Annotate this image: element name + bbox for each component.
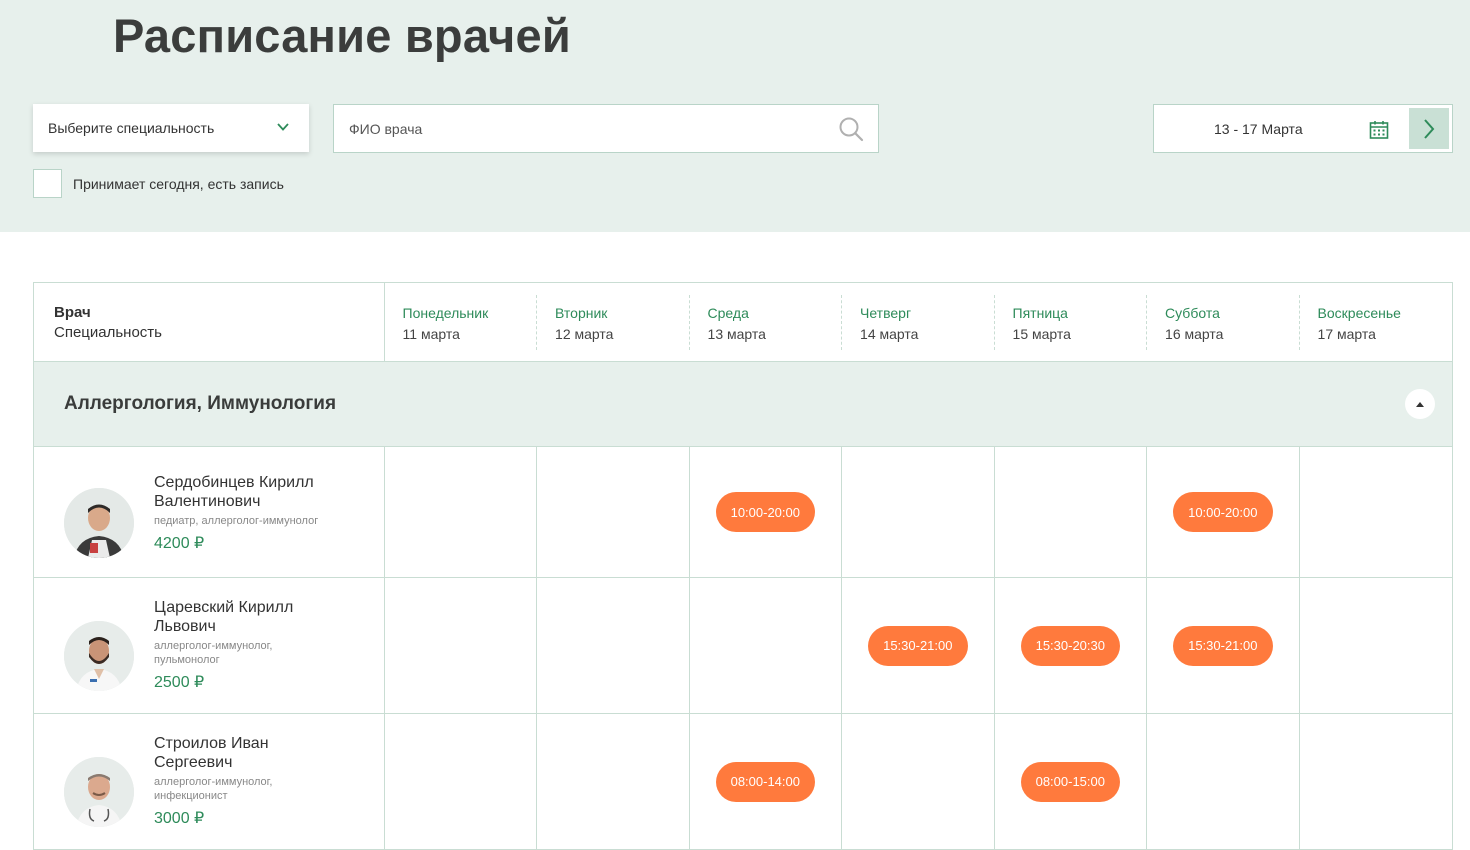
header-specialty-label: Специальность: [54, 324, 162, 341]
header-day: Среда 13 марта: [690, 283, 843, 361]
schedule-slot-cell: [690, 578, 843, 713]
day-name: Вторник: [555, 305, 608, 321]
doctor-specialty: аллерголог-иммунолог, пульмонолог: [154, 640, 273, 666]
date-range-picker[interactable]: 13 - 17 Марта: [1153, 104, 1453, 153]
day-date: 14 марта: [860, 326, 919, 342]
doctor-specialty: педиатр, аллерголог-иммунолог: [154, 515, 319, 527]
header-doctor-column: Врач Специальность: [34, 283, 385, 361]
day-name: Четверг: [860, 305, 912, 321]
doctor-price: 2500 ₽: [154, 674, 205, 691]
calendar-icon[interactable]: [1369, 120, 1389, 140]
schedule-slot-cell: [537, 447, 690, 577]
doctor-info: Сердобинцев Кирилл Валентинович педиатр,…: [154, 473, 318, 553]
day-date: 16 марта: [1165, 326, 1224, 342]
schedule-slot-cell: [537, 578, 690, 713]
accepts-today-filter[interactable]: Принимает сегодня, есть запись: [33, 169, 284, 198]
doctor-photo-icon: [64, 488, 134, 558]
schedule-slot-cell: [1300, 714, 1452, 849]
day-name: Воскресенье: [1317, 305, 1401, 321]
chevron-down-icon: [277, 123, 289, 131]
schedule-slot-cell: 08:00-14:00: [690, 714, 843, 849]
header-day: Четверг 14 марта: [842, 283, 995, 361]
schedule-slot-cell: [385, 447, 538, 577]
day-date: 17 марта: [1317, 326, 1376, 342]
page-title: Расписание врачей: [113, 9, 571, 62]
day-name: Суббота: [1165, 305, 1220, 321]
header-doctor-label: Врач: [54, 304, 91, 321]
doctor-specialty: аллерголог-иммунолог, инфекционист: [154, 776, 273, 802]
doctor-search: [333, 104, 879, 153]
doctor-price: 3000 ₽: [154, 810, 205, 827]
specialty-group-header[interactable]: Аллергология, Иммунология: [34, 362, 1452, 447]
doctor-cell: Сердобинцев Кирилл Валентинович педиатр,…: [34, 447, 385, 577]
header-day: Суббота 16 марта: [1147, 283, 1300, 361]
schedule-slot-cell: [1147, 714, 1300, 849]
doctor-info: Царевский Кирилл Львович аллерголог-имму…: [154, 598, 293, 692]
doctor-name[interactable]: Строилов Иван Сергеевич: [154, 734, 272, 772]
schedule-slot-cell: [995, 447, 1148, 577]
doctor-photo-icon: [64, 757, 134, 827]
doctor-cell: Царевский Кирилл Львович аллерголог-имму…: [34, 578, 385, 713]
schedule-slot-cell: [385, 578, 538, 713]
schedule-header: Врач Специальность Понедельник 11 марта …: [34, 283, 1452, 362]
specialty-group-title: Аллергология, Иммунология: [64, 393, 337, 414]
filters-header: Расписание врачей Выберите специальность…: [0, 0, 1470, 232]
header-day: Воскресенье 17 марта: [1300, 283, 1453, 361]
schedule-slot-cell: 15:30-21:00: [842, 578, 995, 713]
search-icon[interactable]: [838, 116, 864, 142]
schedule-slot-cell: [1300, 447, 1452, 577]
time-slot-button[interactable]: 15:30-21:00: [868, 625, 968, 666]
day-date: 15 марта: [1012, 326, 1071, 342]
day-date: 11 марта: [402, 326, 460, 342]
schedule-slot-cell: 08:00-15:00: [995, 714, 1148, 849]
date-range-label: 13 - 17 Марта: [1214, 121, 1303, 137]
specialty-select[interactable]: Выберите специальность: [33, 104, 309, 152]
schedule-slot-cell: 10:00-20:00: [690, 447, 843, 577]
doctor-row: Царевский Кирилл Львович аллерголог-имму…: [34, 578, 1452, 714]
doctor-avatar[interactable]: [64, 621, 134, 691]
header-day: Пятница 15 марта: [995, 283, 1148, 361]
doctor-cell: Строилов Иван Сергеевич аллерголог-иммун…: [34, 714, 385, 849]
next-week-button[interactable]: [1409, 108, 1449, 149]
schedule-slot-cell: 10:00-20:00: [1147, 447, 1300, 577]
header-day: Понедельник 11 марта: [385, 283, 538, 361]
time-slot-button[interactable]: 08:00-15:00: [1020, 761, 1120, 802]
doctor-info: Строилов Иван Сергеевич аллерголог-иммун…: [154, 734, 272, 828]
schedule-slot-cell: [1300, 578, 1452, 713]
specialty-select-label: Выберите специальность: [48, 120, 215, 136]
schedule-slot-cell: [842, 447, 995, 577]
day-date: 13 марта: [707, 326, 766, 342]
schedule-slot-cell: 15:30-20:30: [995, 578, 1148, 713]
doctor-row: Сердобинцев Кирилл Валентинович педиатр,…: [34, 447, 1452, 578]
header-day: Вторник 12 марта: [537, 283, 690, 361]
schedule-slot-cell: [537, 714, 690, 849]
triangle-up-icon: [1416, 402, 1424, 407]
day-name: Пятница: [1012, 305, 1068, 321]
doctor-photo-icon: [64, 621, 134, 691]
schedule-slot-cell: 15:30-21:00: [1147, 578, 1300, 713]
doctor-row: Строилов Иван Сергеевич аллерголог-иммун…: [34, 714, 1452, 849]
day-name: Понедельник: [402, 305, 489, 321]
doctor-price: 4200 ₽: [154, 535, 205, 552]
doctor-name[interactable]: Царевский Кирилл Львович: [154, 598, 293, 636]
schedule-slot-cell: [842, 714, 995, 849]
schedule-slot-cell: [385, 714, 538, 849]
doctor-avatar[interactable]: [64, 757, 134, 827]
time-slot-button[interactable]: 15:30-20:30: [1020, 625, 1120, 666]
day-date: 12 марта: [555, 326, 614, 342]
accepts-today-label: Принимает сегодня, есть запись: [73, 175, 284, 192]
doctor-avatar[interactable]: [64, 488, 134, 558]
time-slot-button[interactable]: 08:00-14:00: [715, 761, 815, 802]
doctor-search-input[interactable]: [334, 105, 814, 152]
collapse-group-button[interactable]: [1405, 389, 1435, 419]
schedule-table: Врач Специальность Понедельник 11 марта …: [33, 282, 1453, 850]
doctor-name[interactable]: Сердобинцев Кирилл Валентинович: [154, 473, 318, 511]
accepts-today-checkbox[interactable]: [33, 169, 62, 198]
time-slot-button[interactable]: 10:00-20:00: [1173, 492, 1273, 532]
time-slot-button[interactable]: 10:00-20:00: [715, 492, 815, 532]
chevron-right-icon: [1424, 118, 1435, 139]
day-name: Среда: [707, 305, 749, 321]
time-slot-button[interactable]: 15:30-21:00: [1173, 625, 1273, 666]
